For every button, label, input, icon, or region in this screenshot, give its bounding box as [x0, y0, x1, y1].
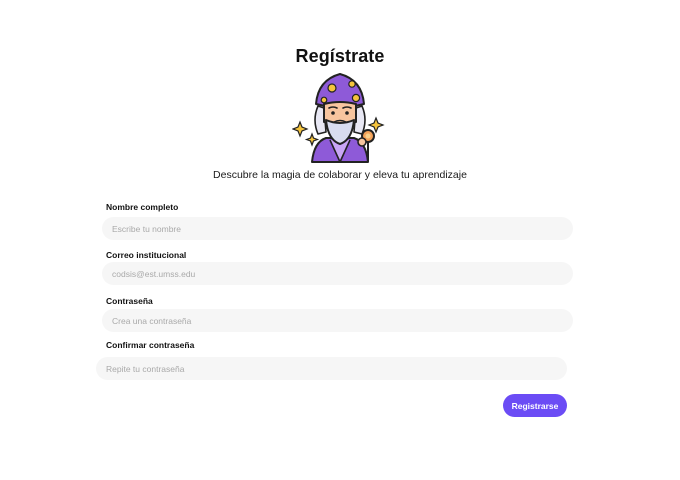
- page-subtitle: Descubre la magia de colaborar y eleva t…: [213, 169, 467, 181]
- password-input[interactable]: [102, 309, 573, 332]
- fullname-label: Nombre completo: [106, 202, 179, 212]
- wizard-icon: [292, 73, 385, 163]
- email-label: Correo institucional: [106, 250, 187, 260]
- email-input[interactable]: [102, 262, 573, 285]
- page-title: Regístrate: [295, 46, 385, 66]
- confirm-password-label: Confirmar contraseña: [106, 340, 195, 350]
- fullname-input[interactable]: [102, 217, 573, 240]
- password-label: Contraseña: [106, 296, 153, 306]
- confirm-password-input[interactable]: [96, 357, 567, 380]
- register-page: Regístrate Descubre la magia de colabora…: [0, 0, 680, 480]
- register-button[interactable]: Registrarse: [503, 394, 567, 417]
